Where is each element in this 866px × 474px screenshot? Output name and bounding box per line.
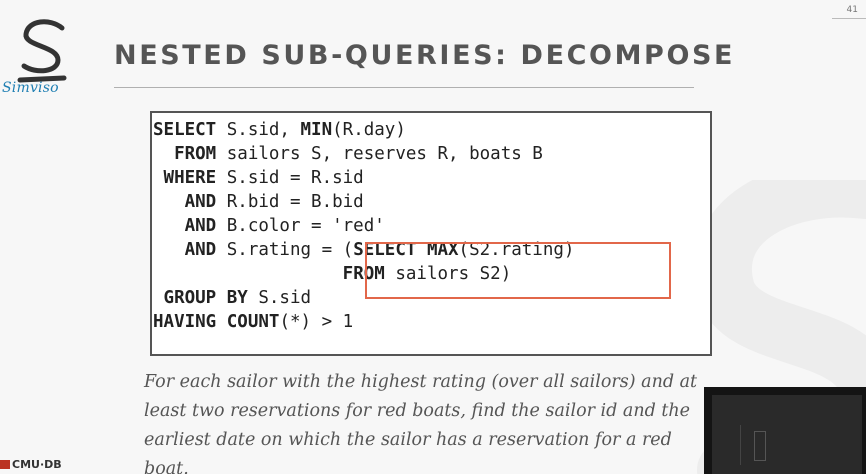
subquery-highlight-box xyxy=(365,242,671,299)
code-line: SELECT S.sid, MIN(R.day) xyxy=(153,118,574,142)
sql-text: (R.day) xyxy=(332,120,406,140)
sql-code: SELECT S.sid, MIN(R.day) FROM sailors S,… xyxy=(153,118,574,334)
sql-text: S.sid = R.sid xyxy=(216,168,364,188)
sql-keyword: GROUP BY xyxy=(153,288,248,308)
slide: 41 Simviso NESTED SUB-QUERIES: DECOMPOSE… xyxy=(0,0,866,474)
sql-text: S.rating = ( xyxy=(216,240,354,260)
title-rule xyxy=(114,87,694,88)
sql-keyword: AND xyxy=(153,192,217,212)
sql-keyword: AND xyxy=(153,216,217,236)
cmu-db-logo: CMU·DB xyxy=(0,458,62,471)
cmu-db-label: CMU·DB xyxy=(12,458,62,471)
sql-keyword: AND xyxy=(153,240,217,260)
sql-code-block: SELECT S.sid, MIN(R.day) FROM sailors S,… xyxy=(150,111,712,356)
sql-text: (*) > 1 xyxy=(279,312,354,332)
code-line: AND B.color = 'red' xyxy=(153,214,574,238)
code-line: HAVING COUNT(*) > 1 xyxy=(153,310,574,334)
video-detail xyxy=(740,425,747,465)
code-line: WHERE S.sid = R.sid xyxy=(153,166,574,190)
query-description: For each sailor with the highest rating … xyxy=(144,372,698,474)
video-frame xyxy=(712,395,862,474)
video-detail xyxy=(754,431,766,461)
page-number: 41 xyxy=(846,5,858,15)
presenter-video xyxy=(704,387,866,474)
slide-title: NESTED SUB-QUERIES: DECOMPOSE xyxy=(114,40,736,71)
sql-text: S.sid xyxy=(247,288,312,308)
sql-text: R.bid = B.bid xyxy=(216,192,364,212)
sql-keyword: HAVING COUNT xyxy=(153,312,280,332)
sql-keyword: FROM xyxy=(153,144,217,164)
sql-keyword: WHERE xyxy=(153,168,217,188)
sql-text: S.sid, xyxy=(216,120,301,140)
sql-keyword: MIN xyxy=(300,120,333,140)
logo-text: Simviso xyxy=(2,80,59,96)
sql-text: sailors S, reserves R, boats B xyxy=(216,144,543,164)
sql-keyword: SELECT xyxy=(153,120,217,140)
page-number-rule xyxy=(832,18,866,19)
code-line: AND R.bid = B.bid xyxy=(153,190,574,214)
code-line: FROM sailors S, reserves R, boats B xyxy=(153,142,574,166)
cmu-db-logo-icon xyxy=(0,460,10,469)
sql-text: B.color = 'red' xyxy=(216,216,385,236)
